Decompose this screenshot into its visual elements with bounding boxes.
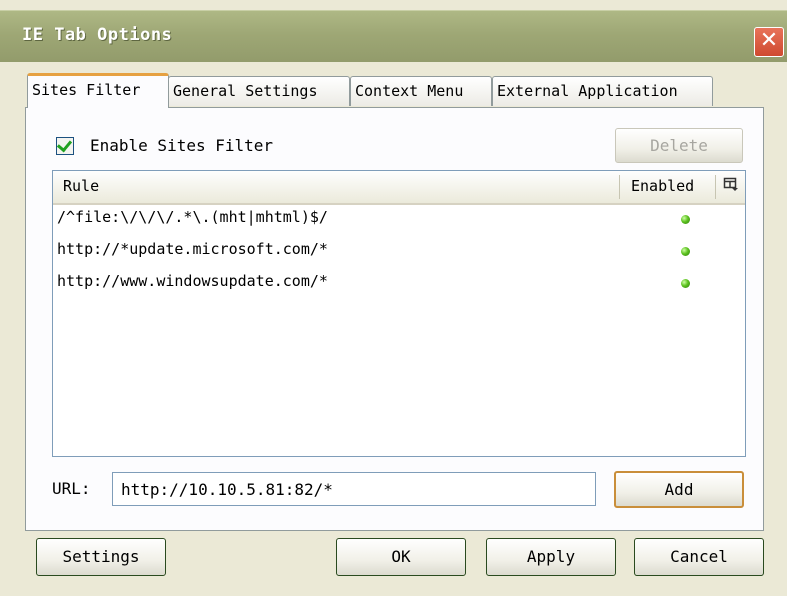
list-header: Rule Enabled — [53, 171, 745, 205]
tab-label: Context Menu — [355, 82, 464, 100]
add-button[interactable]: Add — [614, 471, 744, 508]
tab-external-application[interactable]: External Application — [492, 76, 713, 106]
close-button[interactable]: ✕ — [754, 27, 784, 57]
checkmark-icon — [56, 136, 73, 153]
column-divider[interactable] — [715, 175, 716, 199]
options-window: IE Tab Options ✕ Sites Filter General Se… — [0, 0, 787, 596]
tab-sites-filter[interactable]: Sites Filter — [27, 73, 169, 108]
close-icon: ✕ — [759, 28, 779, 53]
apply-button[interactable]: Apply — [486, 538, 616, 576]
enabled-indicator-icon[interactable] — [681, 247, 690, 256]
column-chooser-icon[interactable] — [723, 176, 739, 196]
enabled-indicator-icon[interactable] — [681, 215, 690, 224]
rule-cell: http://*update.microsoft.com/* — [57, 240, 328, 258]
rule-cell: http://www.windowsupdate.com/* — [57, 272, 328, 290]
tab-label: Sites Filter — [32, 81, 141, 99]
title-bar[interactable]: IE Tab Options ✕ — [0, 10, 787, 63]
cancel-button[interactable]: Cancel — [634, 538, 764, 576]
rule-cell: /^file:\/\/\/.*\.(mht|mhtml)$/ — [57, 208, 328, 226]
url-input[interactable] — [112, 472, 596, 506]
enabled-indicator-icon[interactable] — [681, 279, 690, 288]
settings-button[interactable]: Settings — [36, 538, 166, 576]
cancel-button-label: Cancel — [670, 547, 728, 566]
settings-button-label: Settings — [62, 547, 140, 566]
apply-button-label: Apply — [526, 547, 576, 566]
ok-button-label: OK — [391, 547, 411, 566]
ok-button[interactable]: OK — [336, 538, 466, 576]
table-row[interactable]: http://www.windowsupdate.com/* — [55, 270, 743, 296]
column-header-rule[interactable]: Rule — [63, 177, 99, 195]
window-title: IE Tab Options — [22, 25, 173, 45]
tab-label: External Application — [497, 82, 678, 100]
column-divider[interactable] — [619, 175, 620, 199]
tab-label: General Settings — [173, 82, 318, 100]
tab-general-settings[interactable]: General Settings — [168, 76, 350, 106]
enable-sites-filter-label[interactable]: Enable Sites Filter — [90, 136, 273, 155]
delete-button[interactable]: Delete — [615, 128, 743, 163]
add-button-label: Add — [664, 480, 694, 499]
delete-button-label: Delete — [650, 136, 708, 155]
url-label: URL: — [52, 479, 91, 498]
enable-sites-filter-checkbox[interactable] — [56, 136, 74, 155]
column-header-enabled[interactable]: Enabled — [631, 177, 694, 195]
tab-context-menu[interactable]: Context Menu — [350, 76, 492, 106]
table-row[interactable]: http://*update.microsoft.com/* — [55, 238, 743, 264]
table-row[interactable]: /^file:\/\/\/.*\.(mht|mhtml)$/ — [55, 206, 743, 232]
rules-list[interactable]: Rule Enabled /^file:\/\/\/.*\.(mht|mhtml… — [52, 170, 746, 457]
